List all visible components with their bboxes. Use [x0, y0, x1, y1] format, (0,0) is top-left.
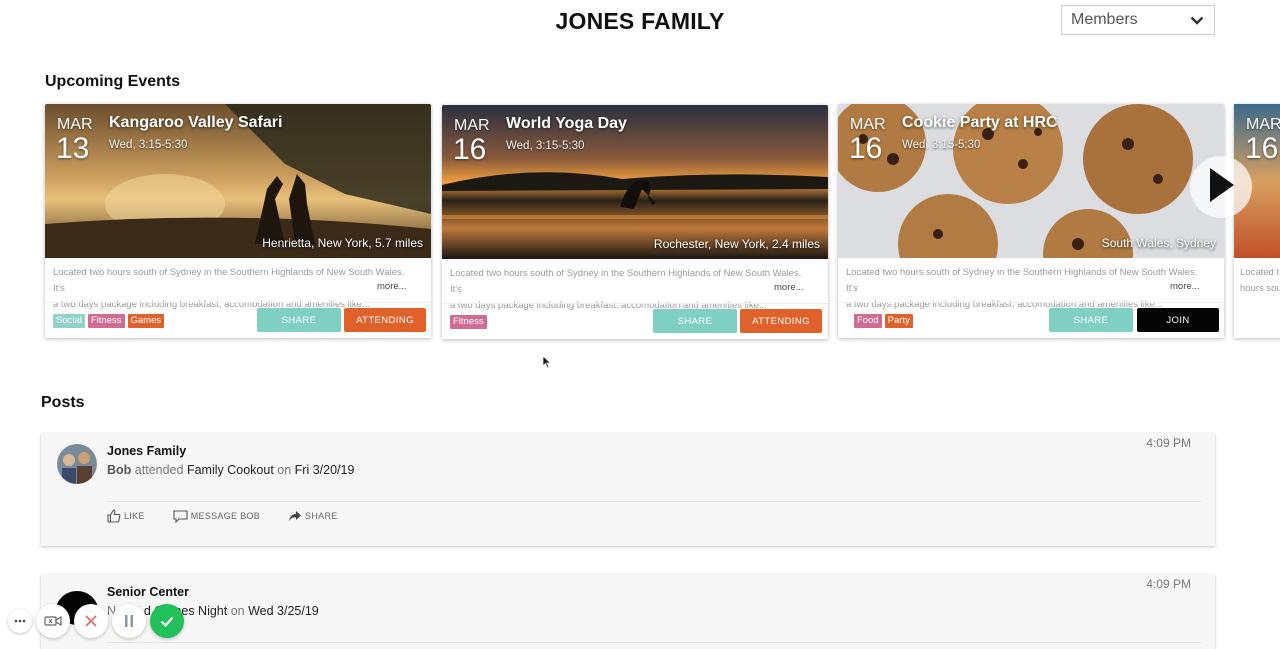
event-time: Wed, 3:15-5:30: [902, 139, 981, 151]
thumbs-up-icon: [107, 509, 121, 523]
like-label: LIKE: [124, 511, 145, 521]
post-date: Fri 3/20/19: [294, 463, 355, 477]
event-description-line: Located t: [1240, 267, 1280, 278]
recorder-toolbar: [8, 604, 184, 638]
event-description: Located two hours south of Sydney in the…: [53, 265, 408, 313]
post-on: on: [277, 463, 292, 477]
recorder-camera-button[interactable]: [36, 604, 70, 638]
post-date: Wed 3/25/19: [248, 604, 319, 618]
event-location: Henrietta, New York, 5.7 miles: [262, 236, 423, 250]
tag-games[interactable]: Games: [127, 314, 165, 328]
divider: [45, 302, 431, 303]
share-label: SHARE: [305, 511, 338, 521]
event-tags: Food Party: [854, 314, 913, 328]
upcoming-events-heading: Upcoming Events: [45, 73, 181, 90]
event-card[interactable]: MAR 16 World Yoga Day Wed, 3:15-5:30 Roc…: [442, 105, 828, 339]
tag-party[interactable]: Party: [884, 314, 913, 328]
post-actor[interactable]: Bob: [107, 463, 131, 477]
event-day: 13: [56, 132, 90, 165]
divider: [107, 501, 1201, 502]
posts-heading: Posts: [41, 394, 85, 411]
like-button[interactable]: LIKE: [107, 509, 145, 523]
members-dropdown-value: Members: [1071, 11, 1138, 28]
post-card: Jones Family Bob attended Family Cookout…: [41, 433, 1215, 546]
more-link[interactable]: more...: [1170, 281, 1200, 292]
event-location: Rochester, New York, 2.4 miles: [653, 237, 820, 251]
share-arrow-icon: [289, 511, 302, 521]
event-day: 16: [453, 133, 487, 166]
pause-icon: [125, 615, 133, 627]
post-verb: attended: [134, 463, 184, 477]
share-button[interactable]: SHARE: [1049, 308, 1133, 332]
post-event-link[interactable]: Family Cookout: [187, 463, 274, 477]
event-description-line: Located two hours south of Sydney in the…: [53, 267, 405, 294]
divider: [107, 642, 1201, 643]
event-title[interactable]: Cookie Party at HRC: [902, 114, 1058, 132]
event-image: MAR 13 Kangaroo Valley Safari Wed, 3:15-…: [45, 104, 431, 258]
event-card[interactable]: MAR 13 Kangaroo Valley Safari Wed, 3:15-…: [45, 104, 431, 338]
share-button[interactable]: SHARE: [257, 308, 341, 332]
chevron-down-icon: [1189, 14, 1205, 26]
event-time: Wed, 3:15-5:30: [109, 139, 188, 151]
play-right-icon: [1206, 165, 1236, 210]
event-description: Located two hours south of Sydney in the…: [846, 265, 1201, 313]
event-description-line: Located two hours south of Sydney in the…: [450, 268, 802, 295]
post-time: 4:09 PM: [1146, 577, 1191, 591]
post-author[interactable]: Jones Family: [107, 444, 186, 458]
recorder-cancel-button[interactable]: [74, 604, 108, 638]
avatar[interactable]: [57, 444, 97, 484]
camera-off-icon: [44, 615, 62, 627]
post-text: Bob attended Family Cookout on Fri 3/20/…: [107, 463, 354, 477]
members-dropdown[interactable]: Members: [1061, 5, 1215, 35]
share-post-button[interactable]: SHARE: [288, 509, 338, 523]
close-icon: [85, 615, 97, 627]
more-link[interactable]: more...: [377, 281, 407, 292]
divider: [442, 303, 828, 304]
event-location: South Wales, Sydney: [1101, 236, 1216, 250]
event-image: MAR 16 Cookie Party at HRC Wed, 3:15-5:3…: [838, 104, 1224, 258]
share-button[interactable]: SHARE: [653, 309, 737, 333]
attending-button[interactable]: ATTENDING: [344, 308, 426, 332]
event-card-partial[interactable]: MAR 16 Located t hours sou: [1234, 104, 1280, 338]
event-tags: Social Fitness Games: [53, 314, 165, 328]
post-card: Senior Center Neent d Games Night on Wed…: [41, 574, 1215, 649]
tag-food[interactable]: Food: [854, 314, 882, 328]
tag-fitness[interactable]: Fitness: [87, 314, 125, 328]
recorder-pause-button[interactable]: [112, 604, 146, 638]
more-dots-icon: [14, 619, 26, 623]
tag-fitness[interactable]: Fitness: [450, 315, 487, 329]
event-title[interactable]: World Yoga Day: [506, 115, 627, 133]
post-time: 4:09 PM: [1146, 436, 1191, 450]
comment-icon: [173, 509, 188, 523]
event-tags: Fitness: [450, 315, 487, 329]
event-title[interactable]: Kangaroo Valley Safari: [109, 114, 282, 132]
post-actions: LIKE MESSAGE BOB SHARE: [107, 509, 366, 523]
tag-social[interactable]: Social: [53, 314, 85, 328]
event-description: Located two hours south of Sydney in the…: [450, 266, 805, 314]
join-button[interactable]: JOIN: [1137, 308, 1219, 332]
event-description: Located t hours sou: [1240, 265, 1280, 297]
message-button[interactable]: MESSAGE BOB: [173, 509, 260, 523]
post-on: on: [230, 604, 245, 618]
recorder-more-button[interactable]: [8, 609, 32, 633]
mouse-cursor-icon: [542, 355, 552, 374]
carousel-next-button[interactable]: [1190, 156, 1252, 218]
event-image: MAR 16 World Yoga Day Wed, 3:15-5:30 Roc…: [442, 105, 828, 259]
event-day: 16: [1245, 132, 1279, 165]
check-icon: [160, 616, 174, 627]
more-link[interactable]: more...: [774, 282, 804, 293]
recorder-finish-button[interactable]: [150, 604, 184, 638]
event-day: 16: [849, 132, 883, 165]
event-card[interactable]: MAR 16 Cookie Party at HRC Wed, 3:15-5:3…: [838, 104, 1224, 338]
event-time: Wed, 3:15-5:30: [506, 140, 585, 152]
message-label: MESSAGE BOB: [190, 511, 261, 521]
post-author[interactable]: Senior Center: [107, 585, 189, 599]
divider: [838, 302, 1224, 303]
event-description-line: Located two hours south of Sydney in the…: [846, 267, 1198, 294]
event-description-line: hours sou: [1240, 283, 1280, 294]
attending-button[interactable]: ATTENDING: [740, 309, 822, 333]
